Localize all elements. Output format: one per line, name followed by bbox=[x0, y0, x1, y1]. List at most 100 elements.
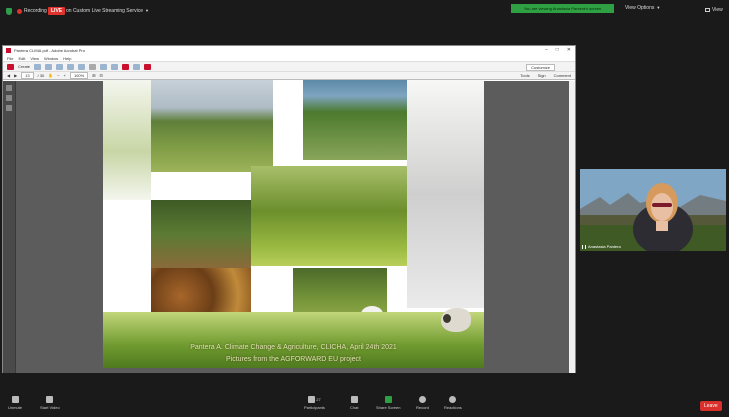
maximize-icon[interactable]: □ bbox=[556, 47, 559, 53]
open-icon[interactable] bbox=[34, 63, 42, 70]
fit-page-icon[interactable]: ⊞ bbox=[92, 73, 95, 78]
pdf-page: Pantera A. Climate Change & Agriculture,… bbox=[103, 80, 484, 368]
zoom-out-icon[interactable]: − bbox=[57, 73, 59, 78]
settings-icon[interactable] bbox=[89, 63, 97, 70]
chat-button[interactable]: Chat bbox=[350, 396, 358, 410]
comment-icon[interactable] bbox=[100, 63, 108, 70]
wheat-field-photo bbox=[303, 80, 407, 160]
slide-caption-line1: Pantera A. Climate Change & Agriculture,… bbox=[190, 344, 397, 351]
create-button[interactable]: Create bbox=[18, 64, 30, 69]
navigation-pane bbox=[3, 81, 16, 373]
recording-label: Recording bbox=[24, 8, 47, 14]
menu-edit[interactable]: Edit bbox=[18, 56, 25, 61]
view-button[interactable]: View bbox=[705, 7, 723, 13]
microphone-muted-icon bbox=[11, 396, 19, 403]
fit-width-icon[interactable]: ⊟ bbox=[100, 73, 103, 78]
zoom-top-bar: Recording LIVE on Custom Live Streaming … bbox=[0, 0, 729, 22]
customize-dropdown[interactable]: Customize bbox=[526, 64, 555, 71]
signal-icon bbox=[582, 244, 586, 249]
email-icon[interactable] bbox=[78, 63, 86, 70]
highlight-icon[interactable] bbox=[111, 63, 119, 70]
chevron-down-icon: ▼ bbox=[144, 8, 149, 13]
main-toolbar: Create Customize bbox=[3, 61, 575, 71]
live-status[interactable]: on Custom Live Streaming Service ▼ bbox=[66, 8, 149, 14]
menu-view[interactable]: View bbox=[30, 56, 39, 61]
print-icon[interactable] bbox=[56, 63, 64, 70]
minimize-icon[interactable]: – bbox=[545, 47, 548, 53]
viewing-banner: You are viewing Anastasia Pantera's scre… bbox=[511, 4, 614, 13]
tools-tab[interactable]: Tools bbox=[520, 73, 529, 78]
live-badge[interactable]: LIVE bbox=[48, 7, 66, 15]
create-icon[interactable] bbox=[7, 63, 14, 70]
window-controls: – □ ✕ bbox=[545, 47, 571, 53]
start-video-button[interactable]: Start Video bbox=[40, 396, 60, 410]
shield-icon[interactable] bbox=[6, 8, 12, 15]
zoom-level-select[interactable]: 100% bbox=[69, 72, 89, 79]
comment-tab[interactable]: Comment bbox=[554, 73, 571, 78]
stamp-icon[interactable] bbox=[122, 63, 130, 70]
record-dot-icon bbox=[17, 8, 22, 14]
grid-icon bbox=[705, 8, 710, 12]
share-screen-button[interactable]: Share Screen bbox=[376, 396, 400, 410]
participants-label: Participants bbox=[304, 405, 325, 410]
share-screen-label: Share Screen bbox=[376, 405, 401, 410]
record-icon bbox=[418, 396, 426, 403]
reactions-label: Reactions bbox=[444, 405, 462, 410]
right-tools: Tools Sign Comment bbox=[520, 73, 571, 78]
close-icon[interactable]: ✕ bbox=[567, 47, 571, 53]
menu-window[interactable]: Window bbox=[44, 56, 58, 61]
page-toolbar: ◀ ▶ 13 / 30 ✋ − + 100% ⊞ ⊟ Tools Sign Co… bbox=[3, 71, 575, 80]
page-number-input[interactable]: 13 bbox=[21, 72, 34, 79]
orchard-photo bbox=[151, 80, 273, 172]
bookmarks-icon[interactable] bbox=[6, 105, 12, 111]
record-label: Record bbox=[416, 405, 429, 410]
leave-button[interactable]: Leave bbox=[700, 401, 722, 411]
sign-icon[interactable] bbox=[133, 63, 141, 70]
chat-icon bbox=[350, 396, 358, 403]
next-page-icon[interactable]: ▶ bbox=[14, 73, 17, 78]
slide-caption-line2: Pictures from the AGFORWARD EU project bbox=[226, 356, 361, 363]
document-area[interactable]: Pantera A. Climate Change & Agriculture,… bbox=[3, 80, 575, 373]
participants-count: 27 bbox=[316, 397, 321, 402]
hand-tool-icon[interactable]: ✋ bbox=[48, 73, 53, 78]
zoom-control-bar bbox=[0, 392, 729, 417]
redact-icon[interactable] bbox=[144, 63, 152, 70]
unmute-label: Unmute bbox=[8, 405, 23, 410]
chevron-down-icon: ▼ bbox=[656, 5, 661, 10]
participant-video[interactable]: Anastasia Pantera bbox=[580, 169, 726, 251]
cattle-pasture-photo bbox=[251, 166, 407, 266]
vertical-scrollbar[interactable] bbox=[569, 81, 575, 373]
participant-name-tag: Anastasia Pantera bbox=[582, 244, 621, 249]
reactions-icon bbox=[449, 396, 457, 403]
recording-indicator[interactable]: Recording bbox=[17, 8, 47, 14]
share-icon[interactable] bbox=[67, 63, 75, 70]
pages-icon[interactable] bbox=[6, 85, 12, 91]
participants-button[interactable]: 27 Participants bbox=[304, 396, 325, 410]
prev-page-icon[interactable]: ◀ bbox=[7, 73, 10, 78]
start-video-label: Start Video bbox=[40, 405, 60, 410]
page-total: / 30 bbox=[37, 73, 45, 78]
view-options-button[interactable]: View Options ▼ bbox=[625, 5, 660, 11]
window-title: Pantera CLIMA.pdf - Adobe Acrobat Pro bbox=[14, 48, 85, 53]
video-off-icon bbox=[46, 396, 54, 403]
unmute-button[interactable]: Unmute bbox=[8, 396, 22, 410]
menu-help[interactable]: Help bbox=[63, 56, 71, 61]
chat-label: Chat bbox=[350, 405, 359, 410]
oak-trees-photo bbox=[151, 200, 251, 268]
participants-icon bbox=[308, 396, 316, 403]
share-screen-icon bbox=[384, 396, 392, 403]
sheep-head bbox=[443, 314, 451, 323]
record-button[interactable]: Record bbox=[416, 396, 429, 410]
participant-name: Anastasia Pantera bbox=[588, 244, 621, 249]
zoom-in-icon[interactable]: + bbox=[64, 73, 66, 78]
shared-pdf-window: Pantera CLIMA.pdf - Adobe Acrobat Pro – … bbox=[2, 45, 576, 373]
sign-tab[interactable]: Sign bbox=[538, 73, 546, 78]
tree-sketch-right bbox=[407, 80, 484, 308]
tree-sketch-left bbox=[103, 80, 151, 200]
attachments-icon[interactable] bbox=[6, 95, 12, 101]
save-icon[interactable] bbox=[45, 63, 53, 70]
acrobat-icon bbox=[6, 48, 11, 53]
menu-file[interactable]: File bbox=[7, 56, 13, 61]
reactions-button[interactable]: Reactions bbox=[444, 396, 462, 410]
video-scene bbox=[580, 169, 726, 251]
